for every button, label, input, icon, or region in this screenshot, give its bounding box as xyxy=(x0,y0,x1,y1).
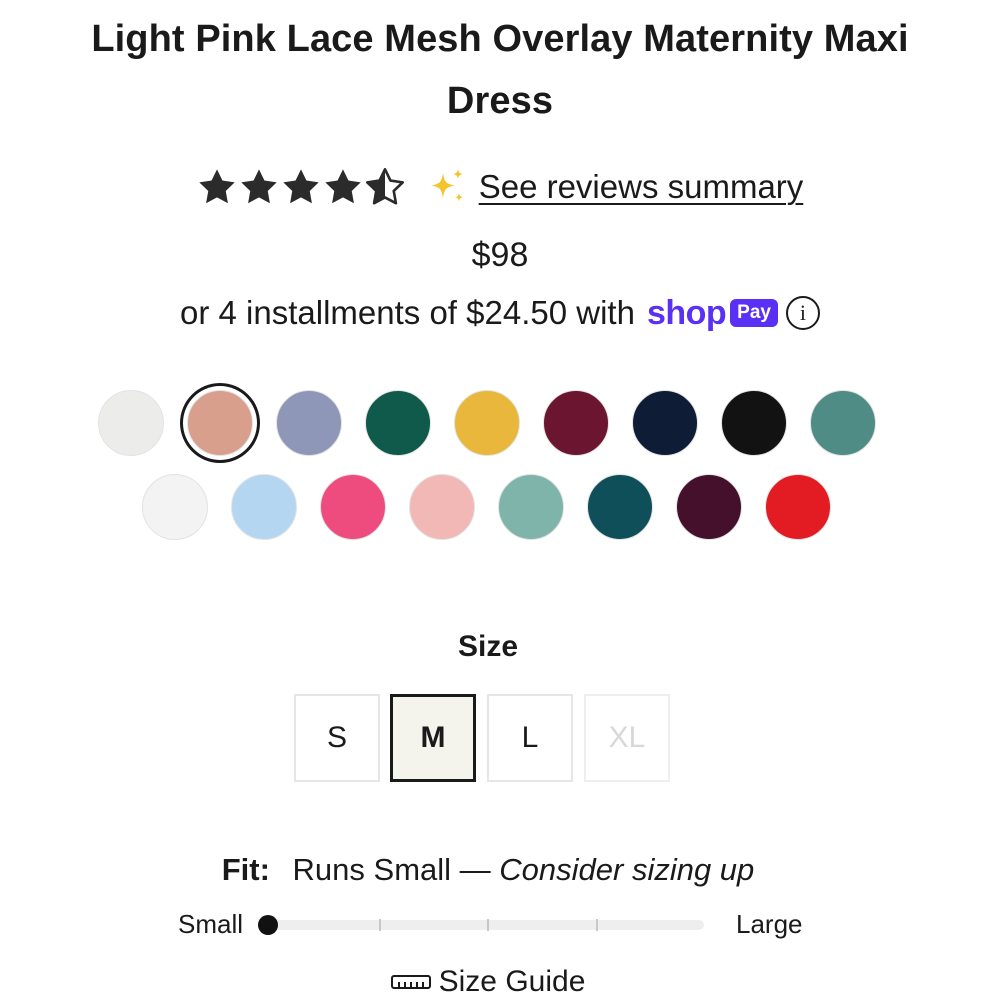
color-swatch[interactable] xyxy=(320,474,386,540)
size-option-m[interactable]: M xyxy=(390,694,476,782)
shop-pay-badge: Pay xyxy=(730,299,778,327)
color-swatch[interactable] xyxy=(676,474,742,540)
color-swatch[interactable] xyxy=(187,390,253,456)
size-option-s[interactable]: S xyxy=(294,694,380,782)
product-title-line-1: Light Pink Lace Mesh Overlay Maternity M… xyxy=(91,18,909,60)
fit-scale-tick xyxy=(596,919,598,931)
star-rating xyxy=(197,168,405,206)
color-swatch[interactable] xyxy=(810,390,876,456)
ruler-icon xyxy=(390,974,431,990)
color-swatch[interactable] xyxy=(721,390,787,456)
star-icon xyxy=(197,168,237,206)
size-option-l[interactable]: L xyxy=(487,694,573,782)
fit-scale-indicator xyxy=(258,915,278,935)
info-icon[interactable]: i xyxy=(785,296,820,330)
shop-pay-logo-text: shop xyxy=(646,293,727,332)
star-icon xyxy=(323,168,363,206)
size-guide-link[interactable]: Size Guide xyxy=(0,962,976,1002)
size-option-xl: XL xyxy=(584,694,670,782)
fit-scale-large-label: Large xyxy=(736,909,803,939)
star-icon xyxy=(281,168,321,206)
fit-value: Runs Small — xyxy=(292,852,491,887)
fit-label: Fit: xyxy=(221,852,270,887)
product-price: $98 xyxy=(471,236,529,274)
color-swatch[interactable] xyxy=(454,390,520,456)
color-swatch[interactable] xyxy=(765,474,831,540)
fit-scale-small-label: Small xyxy=(178,909,244,939)
fit-scale-tick xyxy=(487,919,489,931)
color-swatch[interactable] xyxy=(587,474,653,540)
product-title-line-2: Dress xyxy=(446,80,554,122)
installments-row: or 4 installments of $24.50 with shop Pa… xyxy=(0,290,1000,336)
color-swatch[interactable] xyxy=(632,390,698,456)
size-guide-label: Size Guide xyxy=(438,965,586,998)
color-swatch[interactable] xyxy=(543,390,609,456)
color-swatch[interactable] xyxy=(365,390,431,456)
fit-advice: Consider sizing up xyxy=(499,852,755,887)
color-swatch[interactable] xyxy=(231,474,297,540)
color-swatch[interactable] xyxy=(409,474,475,540)
sparkle-icon xyxy=(427,167,467,207)
product-title: Light Pink Lace Mesh Overlay Maternity M… xyxy=(0,8,1000,132)
fit-scale-tick xyxy=(379,919,381,931)
half-star-icon xyxy=(365,168,405,206)
rating-row: See reviews summary xyxy=(0,162,1000,212)
color-swatch[interactable] xyxy=(98,390,164,456)
color-swatch[interactable] xyxy=(142,474,208,540)
see-reviews-summary-link[interactable]: See reviews summary xyxy=(479,168,804,206)
star-icon xyxy=(239,168,279,206)
fit-scale-track xyxy=(258,920,704,930)
fit-info: Fit: Runs Small — Consider sizing up xyxy=(0,852,976,888)
installments-text: or 4 installments of $24.50 with xyxy=(180,294,635,331)
color-swatch[interactable] xyxy=(498,474,564,540)
color-swatch[interactable] xyxy=(276,390,342,456)
size-heading: Size xyxy=(457,630,519,663)
